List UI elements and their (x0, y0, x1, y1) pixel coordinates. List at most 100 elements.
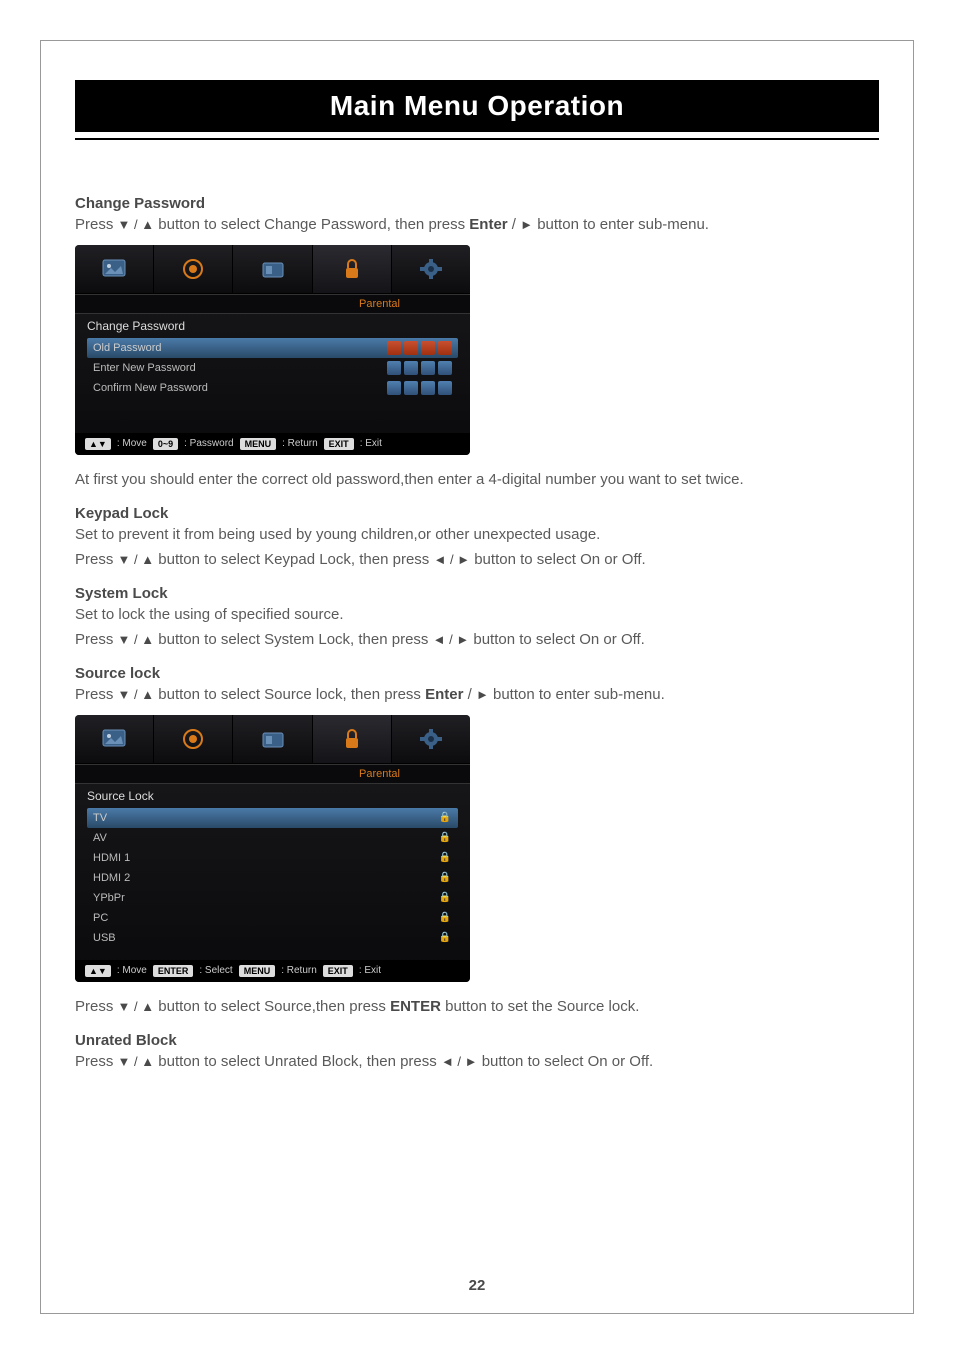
osd-tab-label: Parental (75, 294, 470, 314)
osd-tab-sound[interactable] (154, 245, 233, 293)
separator: / (130, 999, 141, 1014)
menu-key-label: MENU (239, 965, 276, 977)
text-unrated-block-press: Press ▼ / ▲ button to select Unrated Blo… (75, 1051, 879, 1074)
osd-footer: ▲▼ : Move 0~9 : Password MENU : Return E… (75, 433, 470, 455)
osd-body: TV 🔒 AV 🔒 HDMI 1 🔒 HDMI 2 🔒 YPbPr (75, 808, 470, 960)
osd-tabs (75, 245, 470, 294)
down-arrow-icon: ▼ (118, 687, 131, 702)
heading-change-password: Change Password (75, 195, 879, 212)
gear-icon (418, 728, 444, 750)
right-arrow-icon: ► (456, 632, 469, 647)
text-fragment: button to select Keypad Lock, then press (154, 551, 433, 568)
password-boxes (387, 341, 452, 355)
text-system-lock-press: Press ▼ / ▲ button to select System Lock… (75, 629, 879, 652)
password-boxes (387, 381, 452, 395)
pw-box (404, 361, 418, 375)
channel-icon (260, 258, 286, 280)
picture-icon (101, 258, 127, 280)
section-unrated-block: Unrated Block Press ▼ / ▲ button to sele… (75, 1032, 879, 1074)
section-change-password: Change Password Press ▼ / ▲ button to se… (75, 195, 879, 491)
text-fragment: button to set the Source lock. (441, 998, 639, 1015)
separator: / (445, 632, 456, 647)
osd-row-source[interactable]: HDMI 2 🔒 (87, 868, 458, 888)
osd-footer: ▲▼ : Move ENTER : Select MENU : Return E… (75, 960, 470, 982)
osd-row-source[interactable]: HDMI 1 🔒 (87, 848, 458, 868)
text-fragment: / (508, 216, 521, 233)
osd-row-confirm-password[interactable]: Confirm New Password (87, 378, 458, 398)
osd-row-label: Enter New Password (93, 362, 196, 374)
down-arrow-icon: ▼ (118, 632, 131, 647)
down-arrow-icon: ▼ (118, 217, 131, 232)
osd-tab-setup[interactable] (392, 715, 470, 763)
osd-row-source[interactable]: AV 🔒 (87, 828, 458, 848)
section-keypad-lock: Keypad Lock Set to prevent it from being… (75, 505, 879, 571)
osd-tab-sound[interactable] (154, 715, 233, 763)
osd-tab-label: Parental (75, 764, 470, 784)
lock-status-icon: 🔒 (438, 811, 452, 825)
text-fragment: Press (75, 631, 118, 648)
pw-box (421, 341, 435, 355)
osd-tab-parental[interactable] (313, 245, 392, 293)
menu-key-label: MENU (240, 438, 277, 450)
section-system-lock: System Lock Set to lock the using of spe… (75, 585, 879, 651)
osd-tab-channel[interactable] (233, 715, 312, 763)
osd-row-source[interactable]: USB 🔒 (87, 928, 458, 948)
pw-box (387, 361, 401, 375)
left-arrow-icon: ◄ (441, 1054, 454, 1069)
osd-tab-parental[interactable] (313, 715, 392, 763)
page-number: 22 (0, 1277, 954, 1294)
text-fragment: Press (75, 1053, 118, 1070)
text-system-lock-desc: Set to lock the using of specified sourc… (75, 604, 879, 627)
footer-exit: : Exit (359, 965, 381, 976)
osd-row-source[interactable]: TV 🔒 (87, 808, 458, 828)
section-source-lock: Source lock Press ▼ / ▲ button to select… (75, 665, 879, 1018)
osd-row-source[interactable]: YPbPr 🔒 (87, 888, 458, 908)
pw-box (421, 361, 435, 375)
osd-row-label: HDMI 1 (93, 852, 130, 864)
text-fragment: Press (75, 998, 118, 1015)
separator: / (454, 1054, 465, 1069)
osd-tab-picture[interactable] (75, 245, 154, 293)
right-arrow-icon: ► (476, 687, 489, 702)
channel-icon (260, 728, 286, 750)
left-arrow-icon: ◄ (433, 552, 446, 567)
down-arrow-icon: ▼ (118, 552, 131, 567)
up-arrow-icon: ▲ (141, 552, 154, 567)
text-fragment: button to select On or Off. (478, 1053, 654, 1070)
right-arrow-icon: ► (465, 1054, 478, 1069)
osd-row-label: TV (93, 812, 107, 824)
text-source-lock-instruction: Press ▼ / ▲ button to select Source lock… (75, 684, 879, 707)
enter-label: ENTER (390, 998, 441, 1015)
down-arrow-icon: ▼ (118, 1054, 131, 1069)
osd-row-label: HDMI 2 (93, 872, 130, 884)
osd-row-source[interactable]: PC 🔒 (87, 908, 458, 928)
up-arrow-icon: ▲ (141, 999, 154, 1014)
osd-row-label: Old Password (93, 342, 161, 354)
separator: / (446, 552, 457, 567)
osd-row-old-password[interactable]: Old Password (87, 338, 458, 358)
enter-label: Enter (425, 686, 463, 703)
text-fragment: button to select Source lock, then press (154, 686, 425, 703)
osd-section-label: Source Lock (75, 784, 470, 808)
heading-source-lock: Source lock (75, 665, 879, 682)
lock-icon (339, 256, 365, 282)
up-arrow-icon: ▲ (141, 632, 154, 647)
osd-source-lock: Parental Source Lock TV 🔒 AV 🔒 HDMI 1 🔒 … (75, 715, 470, 982)
exit-key-label: EXIT (324, 438, 354, 450)
separator: / (130, 687, 141, 702)
text-keypad-lock-press: Press ▼ / ▲ button to select Keypad Lock… (75, 549, 879, 572)
up-arrow-icon: ▲ (141, 1054, 154, 1069)
osd-tabs (75, 715, 470, 764)
osd-tab-setup[interactable] (392, 245, 470, 293)
osd-tab-picture[interactable] (75, 715, 154, 763)
down-arrow-icon: ▼ (118, 999, 131, 1014)
osd-row-label: YPbPr (93, 892, 125, 904)
pw-box (404, 341, 418, 355)
arrows-key-icon: ▲▼ (85, 438, 111, 450)
osd-row-enter-password[interactable]: Enter New Password (87, 358, 458, 378)
text-fragment: button to select Source,then press (154, 998, 390, 1015)
text-fragment: Press (75, 551, 118, 568)
lock-status-icon: 🔒 (438, 891, 452, 905)
enter-label: Enter (469, 216, 507, 233)
osd-tab-channel[interactable] (233, 245, 312, 293)
